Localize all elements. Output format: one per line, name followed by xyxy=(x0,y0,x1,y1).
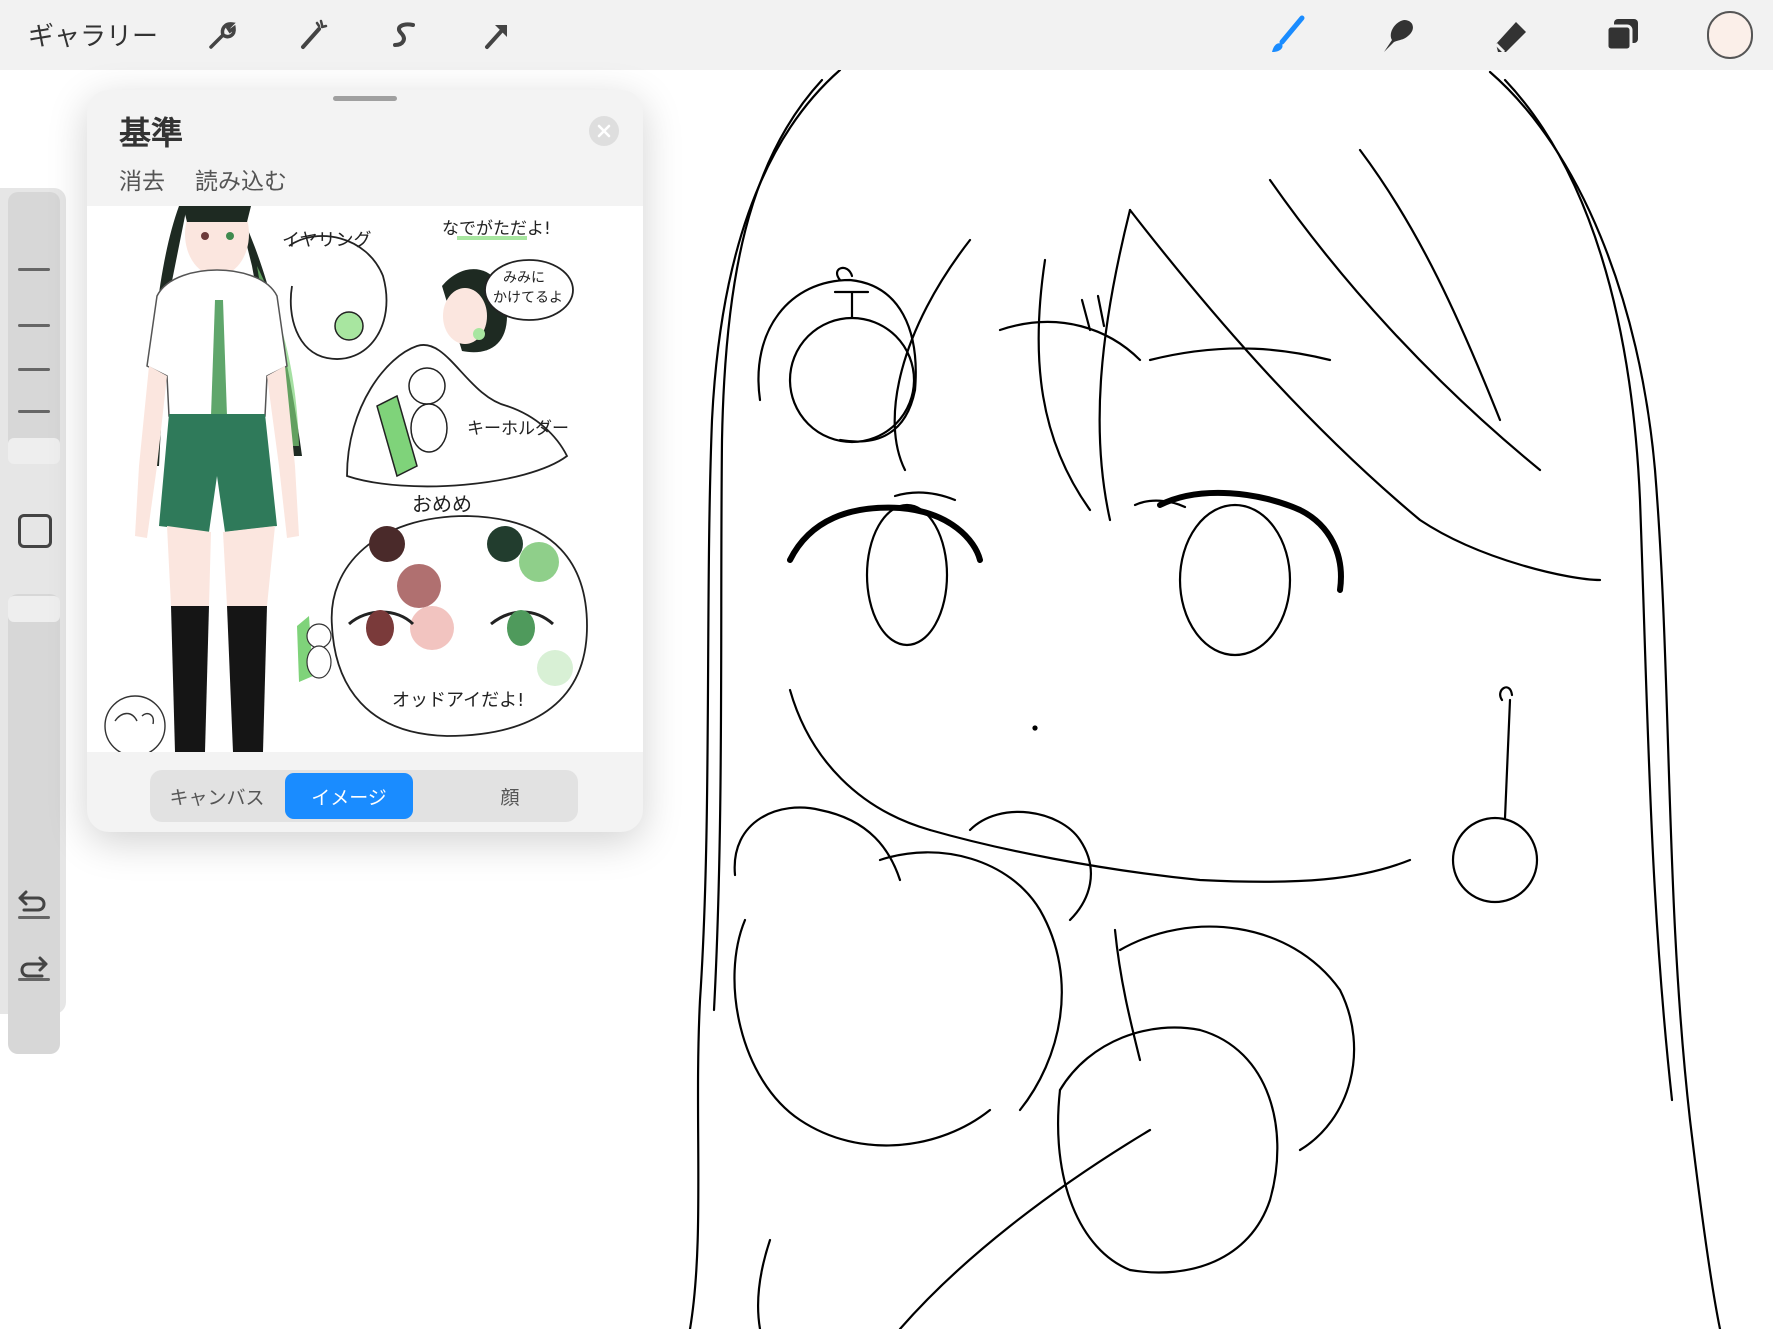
modify-square-icon[interactable] xyxy=(18,514,52,548)
note-ear-line1: みみに xyxy=(503,270,545,286)
clear-button[interactable]: 消去 xyxy=(119,162,165,196)
transform-arrow-icon[interactable] xyxy=(474,12,520,58)
wrench-icon[interactable] xyxy=(198,12,244,58)
brush-size-knob[interactable] xyxy=(8,438,60,464)
left-sidebar xyxy=(0,188,66,1054)
gallery-button[interactable]: ギャラリー xyxy=(28,16,158,53)
note-keyholder: キーホルダー xyxy=(467,419,569,439)
reference-mode-tabs: キャンバス イメージ 顔 xyxy=(150,770,578,822)
panel-grabber[interactable] xyxy=(333,96,397,101)
tab-image[interactable]: イメージ xyxy=(285,773,413,819)
close-icon[interactable] xyxy=(589,116,619,146)
note-earring: イヤリング xyxy=(282,230,371,251)
brush-size-slider[interactable] xyxy=(8,192,60,462)
tab-canvas[interactable]: キャンバス xyxy=(153,773,281,819)
smudge-icon[interactable] xyxy=(1376,12,1422,58)
import-button[interactable]: 読み込む xyxy=(195,162,287,196)
top-toolbar: ギャラリー xyxy=(0,0,1773,70)
tab-face[interactable]: 顔 xyxy=(446,773,574,819)
brush-icon[interactable] xyxy=(1264,12,1310,58)
eraser-icon[interactable] xyxy=(1488,12,1534,58)
magic-wand-icon[interactable] xyxy=(290,12,336,58)
note-odd-eye: オッドアイだよ! xyxy=(392,690,524,711)
opacity-knob[interactable] xyxy=(8,596,60,622)
panel-title: 基準 xyxy=(119,114,184,152)
selection-s-icon[interactable] xyxy=(382,12,428,58)
color-swatch[interactable] xyxy=(1707,11,1753,59)
redo-icon[interactable] xyxy=(16,952,50,986)
note-eyes: おめめ xyxy=(412,492,472,516)
reference-image: イヤリング なでがただよ! みみに かけてるよ キーホルダー おめめ オッドアイ… xyxy=(87,192,643,757)
layers-icon[interactable] xyxy=(1600,12,1646,58)
reference-panel: 基準 消去 読み込む イヤリング なでがただよ! みみに かけてるよ キーホルダ… xyxy=(87,90,643,832)
note-ear-line2: かけてるよ xyxy=(493,290,563,306)
undo-icon[interactable] xyxy=(16,886,50,920)
